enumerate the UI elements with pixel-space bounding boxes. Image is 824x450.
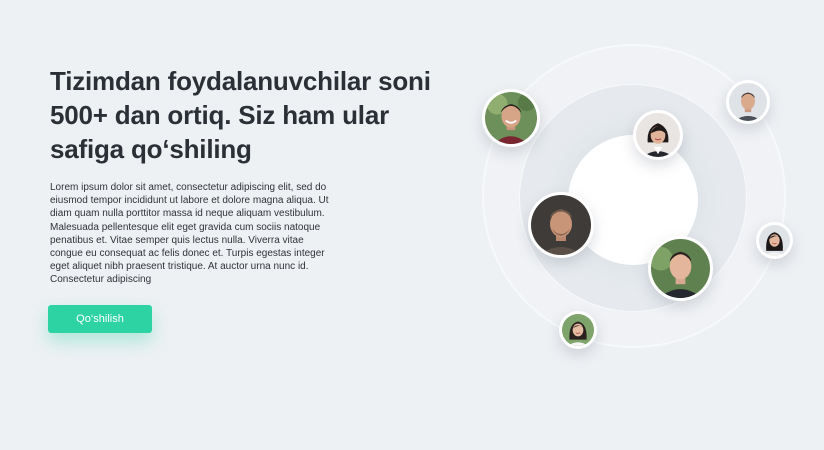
user-photo-icon xyxy=(651,239,710,298)
user-avatar-5 xyxy=(756,222,793,259)
hero-text-block: Tizimdan foydalanuvchilar soni 500+ dan … xyxy=(50,64,450,287)
hero-headline: Tizimdan foydalanuvchilar soni 500+ dan … xyxy=(50,66,431,164)
user-avatar-4 xyxy=(528,192,594,258)
user-avatar-6 xyxy=(648,236,713,301)
user-photo-icon xyxy=(759,225,790,256)
user-photo-icon xyxy=(729,83,767,121)
hero-description: Lorem ipsum dolor sit amet, consectetur … xyxy=(50,182,329,286)
user-avatar-2 xyxy=(726,80,770,124)
user-photo-icon xyxy=(531,195,591,255)
user-photo-icon xyxy=(636,113,680,157)
user-avatar-1 xyxy=(482,89,540,147)
user-photo-icon xyxy=(562,314,594,346)
user-avatar-7 xyxy=(559,311,597,349)
user-avatar-3 xyxy=(633,110,683,160)
join-button[interactable]: Qo‘shilish xyxy=(48,305,152,333)
user-photo-icon xyxy=(485,92,537,144)
